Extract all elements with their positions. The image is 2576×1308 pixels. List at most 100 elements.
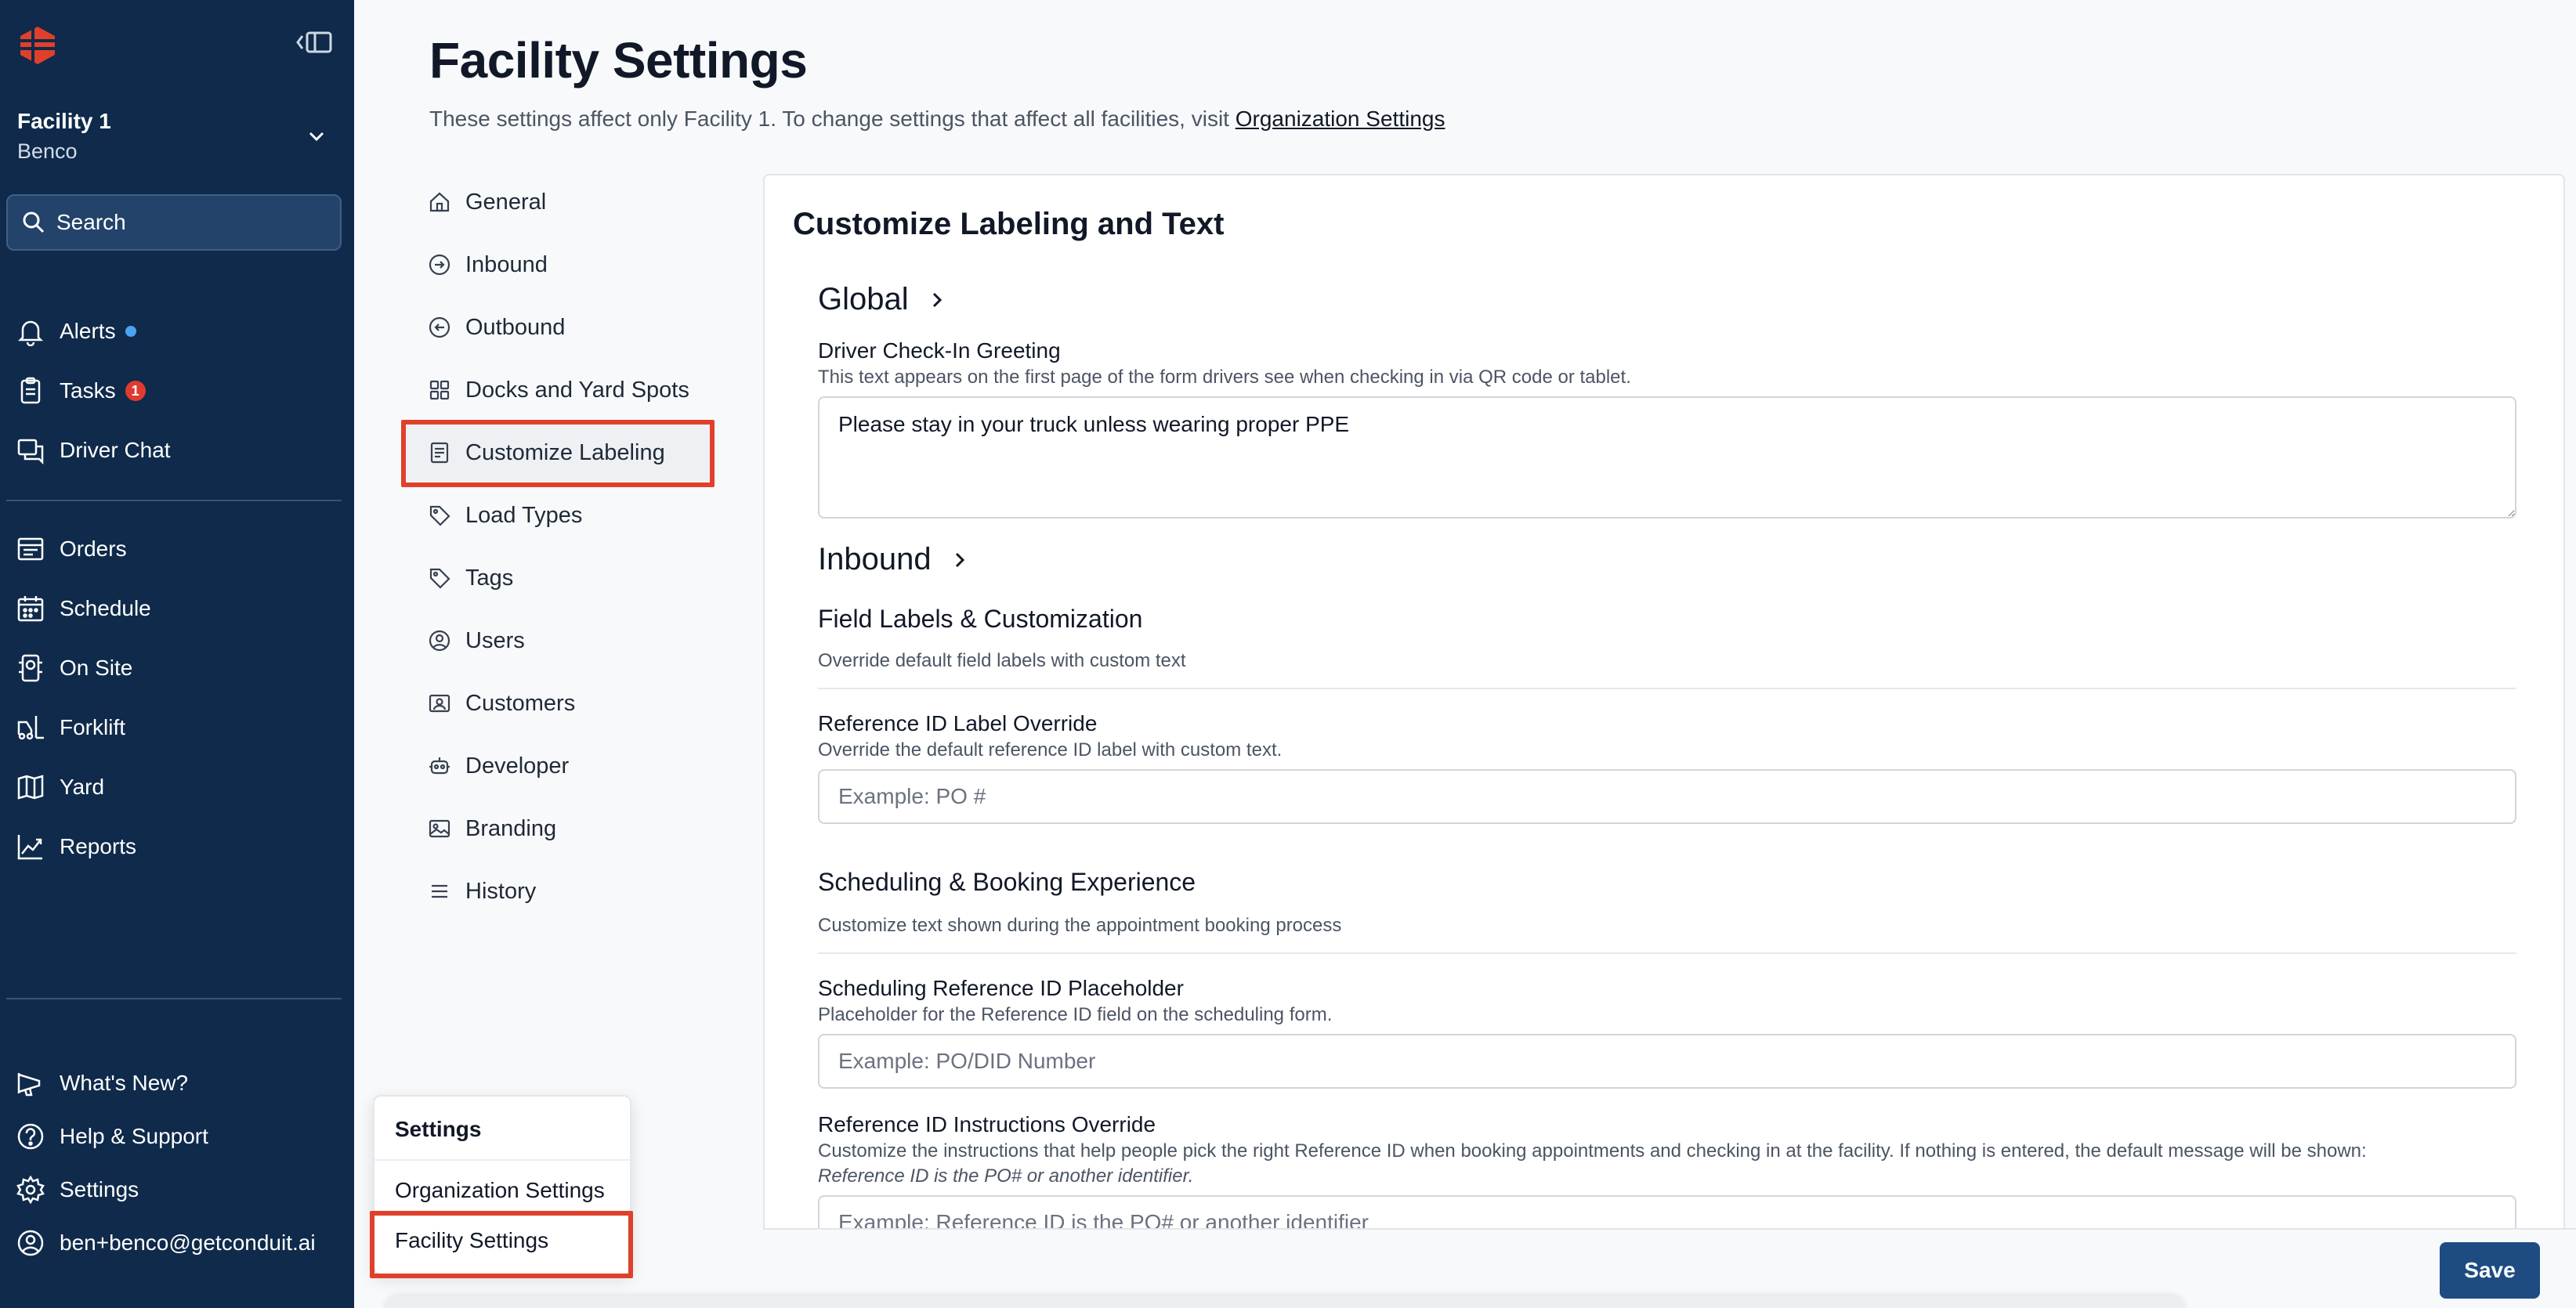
settings-nav-developer[interactable]: Developer [406,738,713,794]
onsite-icon [19,654,42,682]
sidebar-item-help[interactable]: Help & Support [16,1115,345,1158]
sidebar-item-tasks[interactable]: Tasks 1 [16,369,345,413]
settings-nav-users[interactable]: Users [406,612,713,669]
field-labels-heading: Field Labels & Customization [818,605,1143,633]
page-title: Facility Settings [429,32,808,89]
search-label: Search [56,210,126,234]
settings-nav-label: Branding [465,815,557,841]
settings-nav-inbound[interactable]: Inbound [406,237,713,293]
sidebar-item-reports[interactable]: Reports [16,825,345,869]
card-title: Customize Labeling and Text [793,207,1225,241]
sidebar-item-label: Settings [60,1177,139,1201]
user-icon [429,630,450,652]
settings-nav-label: History [465,878,537,904]
greeting-label: Driver Check-In Greeting [818,338,1061,363]
settings-nav-tags[interactable]: Tags [406,550,713,606]
list-icon [432,884,447,898]
settings-nav-history[interactable]: History [406,863,713,920]
popover-item-facility-settings[interactable]: Facility Settings [395,1228,548,1253]
sidebar-divider [6,500,342,501]
sidebar-item-label: Reports [60,834,137,858]
alert-dot [125,326,136,337]
sidebar-divider [6,998,342,999]
sidebar-item-settings[interactable]: Settings [16,1168,345,1212]
sidebar-item-label: Schedule [60,596,151,620]
sidebar-item-forklift[interactable]: Forklift [16,706,345,750]
scheduling-heading: Scheduling & Booking Experience [818,868,1196,896]
organization-settings-link[interactable]: Organization Settings [1236,107,1445,131]
document-icon [430,442,449,464]
clipboard-icon [20,377,41,404]
settings-nav-label: Outbound [465,314,566,340]
tasks-badge: 1 [125,381,146,401]
tag-icon [429,568,450,589]
tag-icon [429,505,450,526]
settings-nav-label: Users [465,627,525,653]
bottom-panel-edge [384,1295,2186,1308]
section-divider [818,952,2516,954]
help-icon [17,1123,44,1150]
settings-nav-label: Docks and Yard Spots [465,377,689,403]
collapse-sidebar-icon[interactable] [291,28,335,56]
sidebar-item-driver-chat[interactable]: Driver Chat [16,428,345,472]
page-description-text: These settings affect only Facility 1. T… [429,107,1229,131]
sidebar-item-whats-new[interactable]: What's New? [16,1061,345,1105]
greeting-textarea[interactable]: Please stay in your truck unless wearing… [818,396,2516,519]
map-icon [17,775,44,800]
arrow-out-icon [429,316,450,338]
sidebar-item-orders[interactable]: Orders [16,527,345,571]
bell-icon [17,320,44,346]
settings-nav-label: Customize Labeling [465,439,665,465]
sidebar-item-label: Orders [60,537,127,561]
settings-popover: Settings Organization Settings Facility … [373,1095,631,1275]
settings-nav-label: Tags [465,565,514,591]
popover-item-organization-settings[interactable]: Organization Settings [395,1178,605,1203]
settings-nav-customers[interactable]: Customers [406,675,713,732]
facility-switcher[interactable]: Facility 1 Benco [17,107,338,169]
sidebar-item-account[interactable]: ben+benco@getconduit.ai [16,1221,345,1265]
ref-instructions-label: Reference ID Instructions Override [818,1112,1156,1136]
image-icon [429,819,450,838]
sidebar-item-yard[interactable]: Yard [16,765,345,809]
settings-nav-customize-labeling[interactable]: Customize Labeling [406,425,713,481]
settings-nav-label: Customers [465,690,576,716]
global-heading-label: Global [818,282,909,316]
robot-icon [429,757,450,775]
sidebar-item-schedule[interactable]: Schedule [16,587,345,631]
global-section-heading[interactable]: Global [818,282,948,317]
settings-nav-label: Developer [465,753,570,779]
settings-nav-outbound[interactable]: Outbound [406,299,713,356]
sched-ref-placeholder-help: Placeholder for the Reference ID field o… [818,1004,1333,1025]
inbound-section-heading[interactable]: Inbound [818,542,971,577]
settings-nav-general[interactable]: General [406,174,713,230]
sidebar-item-label: Tasks [60,378,116,403]
settings-nav-docks[interactable]: Docks and Yard Spots [406,362,713,418]
field-labels-help: Override default field labels with custo… [818,650,1186,671]
greeting-help: This text appears on the first page of t… [818,367,1631,388]
gear-icon [16,1175,45,1205]
search-icon [23,211,45,233]
ref-instructions-help: Customize the instructions that help peo… [818,1140,2367,1162]
save-button[interactable]: Save [2440,1242,2540,1299]
sidebar-item-label: Yard [60,775,105,799]
calendar-icon [17,596,44,622]
sched-ref-placeholder-input[interactable] [818,1034,2516,1089]
search-button[interactable]: Search [6,194,342,251]
app-logo[interactable] [17,25,58,66]
facility-org: Benco [17,139,78,163]
sidebar-item-alerts[interactable]: Alerts [16,309,345,353]
settings-nav-load-types[interactable]: Load Types [406,487,713,544]
settings-nav-label: Inbound [465,251,548,277]
user-circle-icon [17,1230,44,1256]
orders-icon [17,537,44,561]
popover-divider [374,1159,630,1161]
ref-label-override-input[interactable] [818,769,2516,824]
sidebar-item-on-site[interactable]: On Site [16,646,345,690]
popover-title: Settings [395,1117,482,1141]
chevron-right-icon [932,292,942,307]
chat-icon [17,439,44,465]
settings-nav-label: General [465,189,547,215]
settings-nav-branding[interactable]: Branding [406,800,713,857]
contact-icon [429,694,450,713]
ref-instructions-default: Reference ID is the PO# or another ident… [818,1165,1194,1187]
